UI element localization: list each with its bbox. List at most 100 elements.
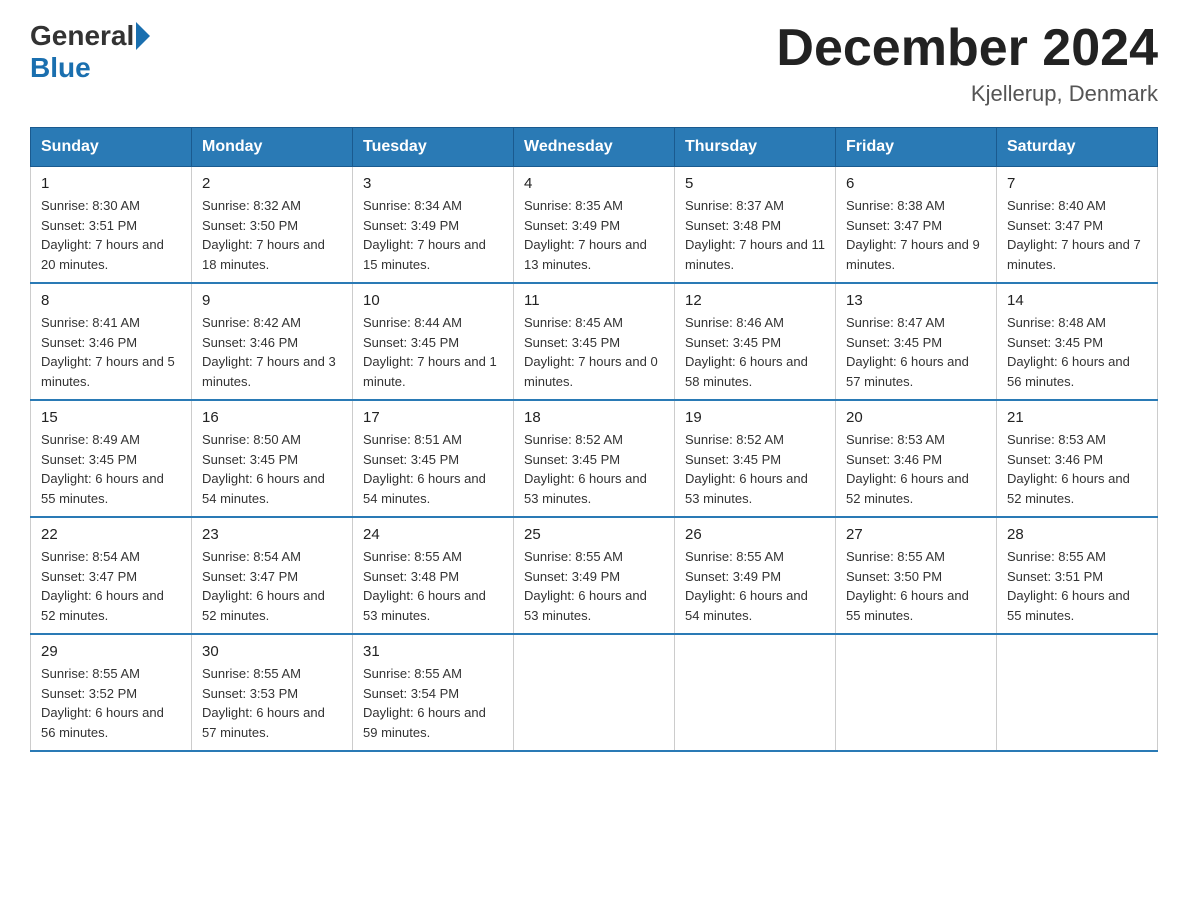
weekday-header-monday: Monday [192, 128, 353, 167]
day-number: 29 [41, 643, 181, 660]
calendar-cell: 18 Sunrise: 8:52 AM Sunset: 3:45 PM Dayl… [514, 400, 675, 517]
calendar-cell: 22 Sunrise: 8:54 AM Sunset: 3:47 PM Dayl… [31, 517, 192, 634]
day-info: Sunrise: 8:40 AM Sunset: 3:47 PM Dayligh… [1007, 198, 1141, 272]
day-info: Sunrise: 8:45 AM Sunset: 3:45 PM Dayligh… [524, 315, 658, 389]
page-header: General Blue December 2024 Kjellerup, De… [30, 20, 1158, 107]
day-number: 13 [846, 292, 986, 309]
weekday-header-thursday: Thursday [675, 128, 836, 167]
day-number: 7 [1007, 175, 1147, 192]
weekday-header-tuesday: Tuesday [353, 128, 514, 167]
day-info: Sunrise: 8:54 AM Sunset: 3:47 PM Dayligh… [202, 549, 325, 623]
day-info: Sunrise: 8:55 AM Sunset: 3:52 PM Dayligh… [41, 666, 164, 740]
logo: General Blue [30, 20, 152, 84]
day-number: 25 [524, 526, 664, 543]
day-number: 15 [41, 409, 181, 426]
day-number: 3 [363, 175, 503, 192]
day-number: 19 [685, 409, 825, 426]
day-number: 21 [1007, 409, 1147, 426]
day-number: 22 [41, 526, 181, 543]
day-number: 18 [524, 409, 664, 426]
day-number: 2 [202, 175, 342, 192]
day-number: 9 [202, 292, 342, 309]
day-number: 11 [524, 292, 664, 309]
calendar-cell: 29 Sunrise: 8:55 AM Sunset: 3:52 PM Dayl… [31, 634, 192, 751]
day-number: 26 [685, 526, 825, 543]
day-info: Sunrise: 8:46 AM Sunset: 3:45 PM Dayligh… [685, 315, 808, 389]
day-info: Sunrise: 8:34 AM Sunset: 3:49 PM Dayligh… [363, 198, 486, 272]
day-info: Sunrise: 8:53 AM Sunset: 3:46 PM Dayligh… [846, 432, 969, 506]
calendar-cell: 14 Sunrise: 8:48 AM Sunset: 3:45 PM Dayl… [997, 283, 1158, 400]
day-info: Sunrise: 8:52 AM Sunset: 3:45 PM Dayligh… [685, 432, 808, 506]
week-row-4: 22 Sunrise: 8:54 AM Sunset: 3:47 PM Dayl… [31, 517, 1158, 634]
calendar-cell: 28 Sunrise: 8:55 AM Sunset: 3:51 PM Dayl… [997, 517, 1158, 634]
calendar-cell: 25 Sunrise: 8:55 AM Sunset: 3:49 PM Dayl… [514, 517, 675, 634]
calendar-cell: 8 Sunrise: 8:41 AM Sunset: 3:46 PM Dayli… [31, 283, 192, 400]
calendar-cell: 10 Sunrise: 8:44 AM Sunset: 3:45 PM Dayl… [353, 283, 514, 400]
logo-blue-text: Blue [30, 52, 91, 84]
day-info: Sunrise: 8:55 AM Sunset: 3:51 PM Dayligh… [1007, 549, 1130, 623]
day-info: Sunrise: 8:48 AM Sunset: 3:45 PM Dayligh… [1007, 315, 1130, 389]
day-info: Sunrise: 8:44 AM Sunset: 3:45 PM Dayligh… [363, 315, 497, 389]
day-info: Sunrise: 8:55 AM Sunset: 3:54 PM Dayligh… [363, 666, 486, 740]
day-number: 28 [1007, 526, 1147, 543]
day-number: 5 [685, 175, 825, 192]
calendar-cell: 5 Sunrise: 8:37 AM Sunset: 3:48 PM Dayli… [675, 167, 836, 284]
day-number: 4 [524, 175, 664, 192]
day-number: 27 [846, 526, 986, 543]
calendar-cell: 7 Sunrise: 8:40 AM Sunset: 3:47 PM Dayli… [997, 167, 1158, 284]
calendar-cell: 24 Sunrise: 8:55 AM Sunset: 3:48 PM Dayl… [353, 517, 514, 634]
day-number: 14 [1007, 292, 1147, 309]
calendar-cell: 17 Sunrise: 8:51 AM Sunset: 3:45 PM Dayl… [353, 400, 514, 517]
day-info: Sunrise: 8:55 AM Sunset: 3:49 PM Dayligh… [685, 549, 808, 623]
logo-arrow-icon [136, 22, 150, 50]
day-number: 31 [363, 643, 503, 660]
day-number: 1 [41, 175, 181, 192]
calendar-cell: 1 Sunrise: 8:30 AM Sunset: 3:51 PM Dayli… [31, 167, 192, 284]
calendar-cell: 19 Sunrise: 8:52 AM Sunset: 3:45 PM Dayl… [675, 400, 836, 517]
calendar-cell: 31 Sunrise: 8:55 AM Sunset: 3:54 PM Dayl… [353, 634, 514, 751]
calendar-cell: 12 Sunrise: 8:46 AM Sunset: 3:45 PM Dayl… [675, 283, 836, 400]
logo-general-text: General [30, 20, 134, 52]
day-info: Sunrise: 8:55 AM Sunset: 3:48 PM Dayligh… [363, 549, 486, 623]
weekday-header-sunday: Sunday [31, 128, 192, 167]
weekday-header-friday: Friday [836, 128, 997, 167]
day-number: 17 [363, 409, 503, 426]
calendar-cell: 20 Sunrise: 8:53 AM Sunset: 3:46 PM Dayl… [836, 400, 997, 517]
day-info: Sunrise: 8:38 AM Sunset: 3:47 PM Dayligh… [846, 198, 980, 272]
day-number: 16 [202, 409, 342, 426]
day-info: Sunrise: 8:55 AM Sunset: 3:50 PM Dayligh… [846, 549, 969, 623]
calendar-cell: 16 Sunrise: 8:50 AM Sunset: 3:45 PM Dayl… [192, 400, 353, 517]
calendar-cell: 30 Sunrise: 8:55 AM Sunset: 3:53 PM Dayl… [192, 634, 353, 751]
day-info: Sunrise: 8:37 AM Sunset: 3:48 PM Dayligh… [685, 198, 825, 272]
calendar-cell [514, 634, 675, 751]
calendar-cell: 11 Sunrise: 8:45 AM Sunset: 3:45 PM Dayl… [514, 283, 675, 400]
calendar-cell: 23 Sunrise: 8:54 AM Sunset: 3:47 PM Dayl… [192, 517, 353, 634]
day-number: 10 [363, 292, 503, 309]
calendar-table: SundayMondayTuesdayWednesdayThursdayFrid… [30, 127, 1158, 752]
day-info: Sunrise: 8:49 AM Sunset: 3:45 PM Dayligh… [41, 432, 164, 506]
day-number: 30 [202, 643, 342, 660]
day-number: 23 [202, 526, 342, 543]
calendar-cell [836, 634, 997, 751]
calendar-cell: 6 Sunrise: 8:38 AM Sunset: 3:47 PM Dayli… [836, 167, 997, 284]
day-info: Sunrise: 8:55 AM Sunset: 3:49 PM Dayligh… [524, 549, 647, 623]
week-row-5: 29 Sunrise: 8:55 AM Sunset: 3:52 PM Dayl… [31, 634, 1158, 751]
day-info: Sunrise: 8:53 AM Sunset: 3:46 PM Dayligh… [1007, 432, 1130, 506]
day-info: Sunrise: 8:50 AM Sunset: 3:45 PM Dayligh… [202, 432, 325, 506]
calendar-cell: 21 Sunrise: 8:53 AM Sunset: 3:46 PM Dayl… [997, 400, 1158, 517]
week-row-3: 15 Sunrise: 8:49 AM Sunset: 3:45 PM Dayl… [31, 400, 1158, 517]
week-row-1: 1 Sunrise: 8:30 AM Sunset: 3:51 PM Dayli… [31, 167, 1158, 284]
title-section: December 2024 Kjellerup, Denmark [776, 20, 1158, 107]
calendar-cell: 13 Sunrise: 8:47 AM Sunset: 3:45 PM Dayl… [836, 283, 997, 400]
day-info: Sunrise: 8:55 AM Sunset: 3:53 PM Dayligh… [202, 666, 325, 740]
location-text: Kjellerup, Denmark [776, 81, 1158, 107]
month-title: December 2024 [776, 20, 1158, 77]
calendar-cell: 4 Sunrise: 8:35 AM Sunset: 3:49 PM Dayli… [514, 167, 675, 284]
calendar-cell [997, 634, 1158, 751]
day-number: 20 [846, 409, 986, 426]
calendar-cell: 26 Sunrise: 8:55 AM Sunset: 3:49 PM Dayl… [675, 517, 836, 634]
day-info: Sunrise: 8:51 AM Sunset: 3:45 PM Dayligh… [363, 432, 486, 506]
day-info: Sunrise: 8:54 AM Sunset: 3:47 PM Dayligh… [41, 549, 164, 623]
calendar-cell: 15 Sunrise: 8:49 AM Sunset: 3:45 PM Dayl… [31, 400, 192, 517]
calendar-cell [675, 634, 836, 751]
